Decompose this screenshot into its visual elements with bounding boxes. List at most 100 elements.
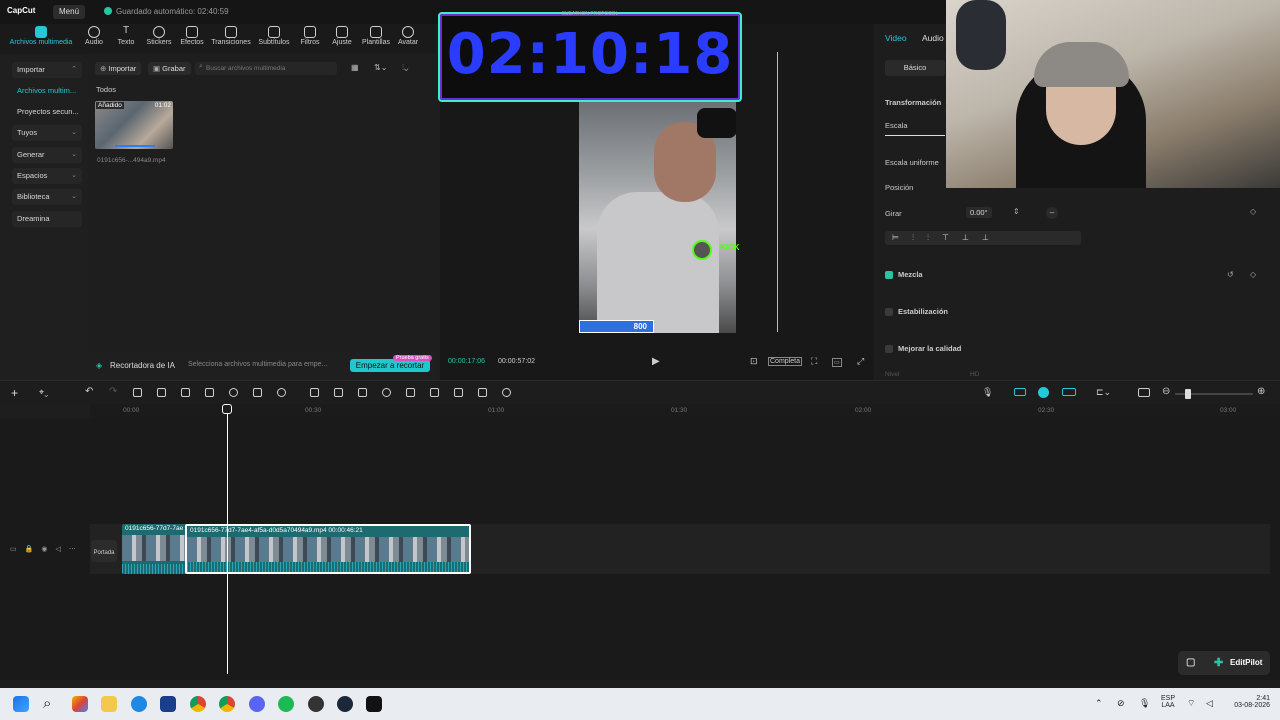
chrome-icon[interactable] <box>219 696 235 712</box>
chrome-icon[interactable] <box>190 696 206 712</box>
caption-icon[interactable] <box>454 388 463 397</box>
tab-subtitles[interactable]: Subtítulos <box>254 26 294 46</box>
tab-avatar[interactable]: Avatar <box>388 26 428 46</box>
nav-yours[interactable]: Tuyos ⌄ <box>12 125 82 141</box>
split-icon[interactable] <box>133 388 142 397</box>
nav-dreamina[interactable]: Dreamina <box>12 211 82 227</box>
capcut-icon[interactable] <box>366 696 382 712</box>
nav-spaces[interactable]: Espacios ⌄ <box>12 168 82 184</box>
fit-icon[interactable]: ⛶ <box>811 356 817 367</box>
tab-audio-props[interactable]: Audio <box>922 33 944 43</box>
split-left-icon[interactable] <box>157 388 166 397</box>
tab-media[interactable]: Archivos multimedia <box>2 26 80 46</box>
steam-icon[interactable] <box>337 696 353 712</box>
enhance-quality-value[interactable]: HD <box>970 371 979 378</box>
freeze-icon[interactable] <box>310 388 319 397</box>
ai-effects-icon[interactable] <box>406 388 415 397</box>
play-icon[interactable]: ▶ <box>652 356 660 367</box>
link-icon[interactable] <box>1014 388 1026 396</box>
align-toolbar[interactable]: ⊨⫶⫶⊤⊥⊥ <box>885 231 1081 245</box>
keyframe-icon[interactable]: ◇ <box>1250 270 1256 279</box>
marker-icon[interactable] <box>229 388 238 397</box>
stepper-icon[interactable]: ⇕ <box>1013 207 1020 216</box>
nav-library[interactable]: Biblioteca ⌄ <box>12 189 82 205</box>
stabilize-checkbox[interactable] <box>885 308 893 316</box>
add-track-icon[interactable]: + <box>11 386 18 400</box>
copilot-icon[interactable] <box>72 696 88 712</box>
frame-icon[interactable]: ⊡ <box>750 356 758 367</box>
tray-volume-icon[interactable]: ◁ <box>1206 698 1213 709</box>
nav-media-files[interactable]: Archivos multim... <box>12 83 82 99</box>
editpilot-button[interactable]: ▢ ✚ EditPilot <box>1178 651 1270 675</box>
import-button[interactable]: ⊕ Importar <box>95 62 142 75</box>
ai-trimmer-icon: ◈ <box>96 361 103 370</box>
filter-icon[interactable]: ⫶⌄ <box>402 63 408 73</box>
cover-button[interactable]: Portada <box>91 540 117 562</box>
rotate-input[interactable]: 0.00° <box>966 207 992 218</box>
search-input[interactable]: Buscar archivos multimedia <box>195 62 337 75</box>
effects-icon <box>186 26 198 38</box>
file-explorer-icon[interactable] <box>101 696 117 712</box>
tab-transitions[interactable]: Transiciones <box>207 26 255 46</box>
zoom-slider-handle[interactable] <box>1185 389 1191 399</box>
delete-icon[interactable] <box>205 388 214 397</box>
magic-icon[interactable] <box>430 388 439 397</box>
nav-import[interactable]: Importar ⌃ <box>12 62 82 78</box>
blend-checkbox[interactable] <box>885 271 893 279</box>
nav-generate[interactable]: Generar ⌄ <box>12 147 82 163</box>
search-icon[interactable]: ⌕ <box>43 696 59 712</box>
redo-icon[interactable]: ↷ <box>109 386 118 397</box>
tray-chevron-icon[interactable]: ⌃ <box>1095 698 1103 709</box>
align-icon[interactable]: ⊏⌄ <box>1096 387 1111 398</box>
sort-icon[interactable]: ⇅⌄ <box>374 63 387 72</box>
basic-tab[interactable]: Básico <box>885 60 945 76</box>
spotify-icon[interactable] <box>278 696 294 712</box>
enhance-checkbox[interactable] <box>885 345 893 353</box>
store-icon[interactable] <box>160 696 176 712</box>
menu-button[interactable]: Menú <box>53 5 86 19</box>
chevron-down-icon: ⌄ <box>71 172 77 179</box>
ratio-icon[interactable]: ▭ <box>832 358 842 367</box>
microphone-icon[interactable]: 🎙 <box>982 387 993 398</box>
nav-sub-projects[interactable]: Proyectos secun... <box>12 104 82 120</box>
tab-effects[interactable]: Efectos <box>172 26 212 46</box>
clock[interactable]: 2:41 03-08-2026 <box>1226 695 1270 709</box>
keyframe-icon[interactable]: ◇ <box>1250 207 1256 216</box>
language-indicator[interactable]: ESP LAA <box>1158 695 1178 709</box>
track-controls[interactable]: ▭🔒◉◁⋯ <box>10 545 84 553</box>
obs-icon[interactable] <box>308 696 324 712</box>
video-clip[interactable]: 0191c656-77d7-7ae <box>122 524 186 574</box>
record-button[interactable]: ▣ Grabar <box>148 62 191 75</box>
image-icon[interactable] <box>478 388 487 397</box>
crop-icon[interactable] <box>253 388 262 397</box>
undo-icon[interactable]: ↶ <box>85 386 94 397</box>
mirror-icon[interactable] <box>277 388 286 397</box>
playhead[interactable] <box>227 404 228 674</box>
mask-icon[interactable] <box>382 388 391 397</box>
media-thumbnail[interactable]: Añadido 01:02 <box>95 101 173 149</box>
audio-wave-icon[interactable] <box>502 388 511 397</box>
discord-icon[interactable] <box>249 696 265 712</box>
tray-network-icon[interactable]: ⊘ <box>1117 698 1125 709</box>
grid-view-icon[interactable]: ▦ <box>351 63 359 72</box>
playhead-handle[interactable] <box>222 404 232 414</box>
edge-icon[interactable] <box>131 696 147 712</box>
tray-mic-icon[interactable]: 🎙 <box>1139 698 1150 709</box>
rotate-dial[interactable]: – <box>1046 207 1058 219</box>
reset-icon[interactable]: ↺ <box>1227 270 1234 279</box>
zoom-in-icon[interactable]: ⊕ <box>1257 386 1265 397</box>
preview-axis-icon[interactable] <box>1062 388 1076 396</box>
tray-wifi-icon[interactable]: ⌔ <box>1187 698 1195 709</box>
windows-start-icon[interactable] <box>13 696 29 712</box>
caption-track-icon[interactable] <box>1138 388 1150 397</box>
full-quality-button[interactable]: Completa <box>768 357 802 366</box>
select-tool-icon[interactable]: ⌖⌄ <box>39 387 48 398</box>
preview-video[interactable] <box>579 102 736 333</box>
zoom-out-icon[interactable]: ⊖ <box>1162 386 1170 397</box>
snap-icon[interactable] <box>1038 387 1049 398</box>
tab-video[interactable]: Video <box>885 33 907 43</box>
fullscreen-icon[interactable]: ⤢ <box>857 356 864 367</box>
speed-icon[interactable] <box>358 388 367 397</box>
split-right-icon[interactable] <box>181 388 190 397</box>
reverse-icon[interactable] <box>334 388 343 397</box>
